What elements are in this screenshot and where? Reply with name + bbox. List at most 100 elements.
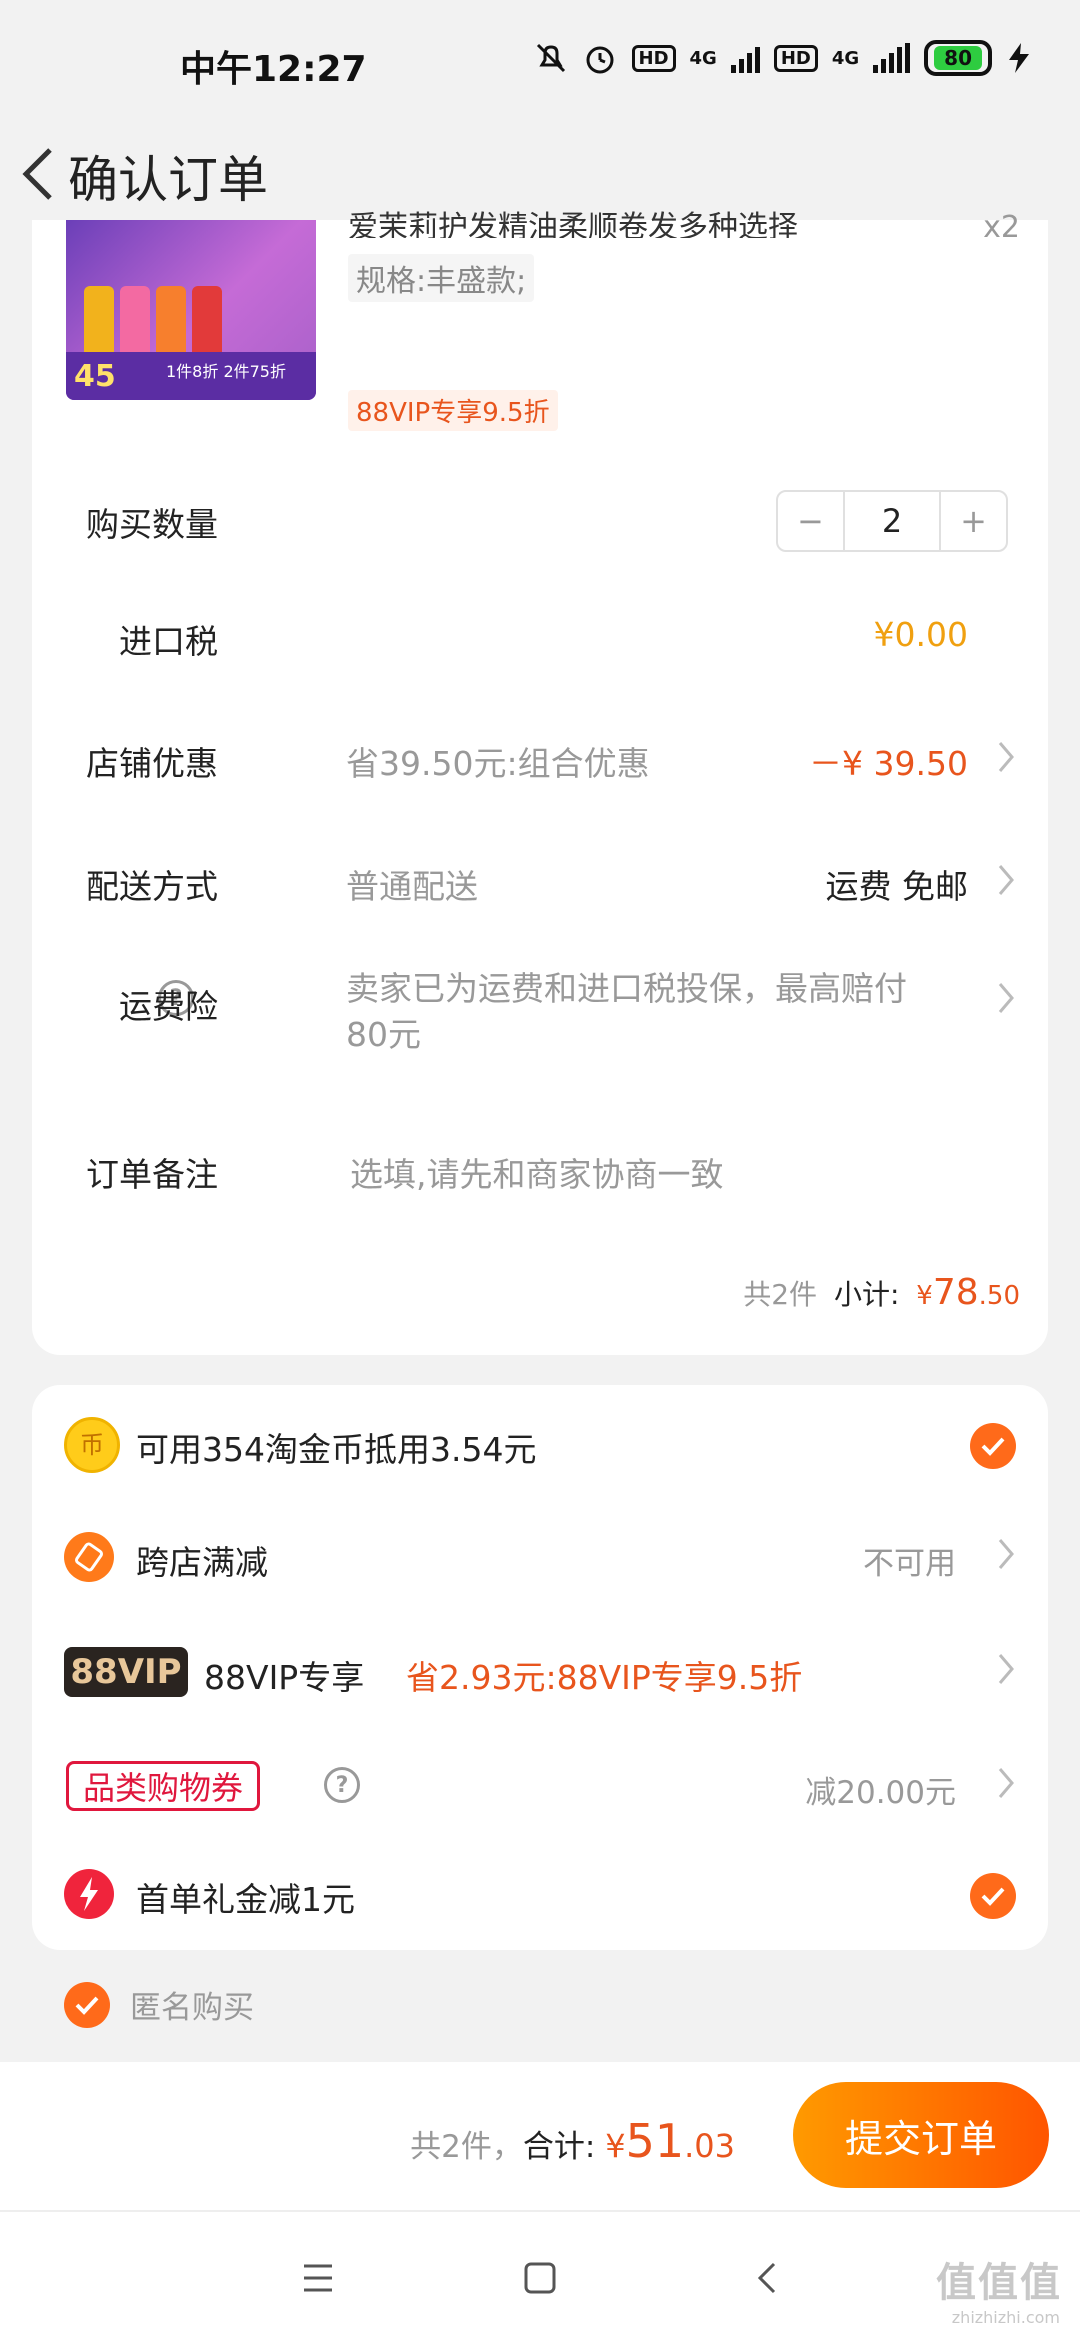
quantity-value[interactable]: 2 (842, 492, 942, 550)
tax-row: 进口税 ¥0.00 (32, 615, 1048, 685)
shipping-insurance-desc-2: 80元 (346, 1015, 421, 1054)
order-note-row: 订单备注 选填,请先和商家协商一致 (32, 1148, 1048, 1218)
subtotal-symbol: ¥ (916, 1281, 933, 1311)
total-int: 51 (625, 2114, 685, 2168)
store-discount-row[interactable]: 店铺优惠 省39.50元:组合优惠 －¥ 39.50 (32, 737, 1048, 807)
subtotal-int: 78 (932, 1272, 979, 1313)
product-name[interactable]: 爱茉莉护发精油柔顺卷发多种选择 (348, 202, 988, 238)
anonymous-checkbox[interactable] (64, 1982, 110, 2028)
hd-icon-2: HD (773, 44, 818, 72)
checkout-bar: 共2件，合计: ¥51.03 提交订单 (0, 2062, 1080, 2210)
order-note-label: 订单备注 (86, 1155, 218, 1194)
ticket-icon (64, 1532, 114, 1582)
total-dec: .03 (684, 2127, 735, 2165)
shipping-insurance-desc-1: 卖家已为运费和进口税投保，最高赔付 (346, 969, 907, 1008)
status-time: 中午12:27 (180, 49, 367, 90)
delivery-label: 配送方式 (86, 867, 218, 906)
shipping-insurance-row[interactable]: ? 运费险 卖家已为运费和进口税投保，最高赔付 80元 (32, 969, 1048, 1080)
back-icon[interactable] (738, 2248, 798, 2308)
store-discount-label: 店铺优惠 (86, 744, 218, 783)
home-icon[interactable] (510, 2248, 570, 2308)
delivery-desc: 普通配送 (346, 867, 478, 906)
bottle-shape (192, 286, 222, 356)
cross-store-text: 跨店满减 (136, 1543, 268, 1582)
watermark-logo: 值值值 (936, 2260, 1062, 2306)
alarm-icon (586, 46, 613, 74)
chevron-right-icon (998, 1768, 1014, 1798)
subtotal-label: 小计: (833, 1278, 900, 1311)
chevron-right-icon (998, 983, 1014, 1013)
hd-icon: HD (631, 44, 676, 72)
anonymous-label: 匿名购买 (130, 1990, 254, 2026)
menu-icon[interactable] (288, 2248, 348, 2308)
first-order-row[interactable]: 首单礼金减1元 (32, 1867, 1048, 1937)
system-nav-bar (0, 2210, 1080, 2340)
total-count: 共2件， (410, 2129, 523, 2165)
quantity-stepper: − 2 + (776, 490, 1008, 552)
vip-badge: 88VIP (64, 1647, 188, 1697)
bottle-shape (84, 286, 114, 356)
quantity-label: 购买数量 (86, 505, 218, 544)
coins-checkbox[interactable] (970, 1423, 1016, 1469)
product-image[interactable]: 45 1件8折 2件75折 (66, 220, 316, 400)
decrement-button[interactable]: − (778, 492, 843, 550)
order-note-input[interactable]: 选填,请先和商家协商一致 (350, 1148, 724, 1196)
first-order-checkbox[interactable] (970, 1873, 1016, 1919)
signal-icon (730, 43, 760, 73)
coins-row[interactable]: 币 可用354淘金币抵用3.54元 (32, 1415, 1048, 1485)
submit-order-button[interactable]: 提交订单 (793, 2082, 1049, 2188)
first-order-text: 首单礼金减1元 (136, 1880, 355, 1919)
image-promo-strip: 45 1件8折 2件75折 (66, 352, 316, 400)
network-label: 4G (689, 47, 717, 69)
battery-icon: 80 (924, 40, 992, 76)
delivery-row[interactable]: 配送方式 普通配送 运费 免邮 (32, 860, 1048, 930)
tax-value: ¥0.00 (873, 615, 968, 654)
category-coupon-value: 减20.00元 (805, 1775, 956, 1811)
help-icon[interactable]: ? (324, 1767, 360, 1803)
page-title: 确认订单 (68, 151, 268, 209)
total-symbol: ¥ (605, 2127, 626, 2165)
signal-icon-2 (873, 43, 911, 73)
category-coupon-tag: 品类购物券 (66, 1761, 261, 1811)
image-promo-price: 45 (74, 359, 116, 394)
chevron-right-icon (998, 742, 1014, 772)
increment-button[interactable]: + (941, 492, 1006, 550)
coin-icon: 币 (64, 1417, 120, 1473)
tax-label: 进口税 (119, 622, 218, 661)
quantity-row: 购买数量 − 2 + (32, 490, 1048, 568)
vip-desc: 省2.93元:88VIP专享9.5折 (406, 1658, 803, 1697)
coins-text: 可用354淘金币抵用3.54元 (136, 1430, 537, 1469)
bottle-shape (156, 286, 186, 356)
battery-level: 80 (934, 46, 982, 70)
lightning-icon (64, 1869, 114, 1919)
store-discount-value: －¥ 39.50 (809, 744, 968, 783)
chevron-right-icon (998, 1654, 1014, 1684)
vip-discount-tag: 88VIP专享9.5折 (348, 390, 558, 431)
network-label-2: 4G (831, 47, 860, 69)
back-arrow-icon[interactable] (14, 142, 64, 206)
chevron-right-icon (998, 1539, 1014, 1569)
cross-store-status: 不可用 (863, 1546, 956, 1582)
status-bar: 中午12:27 HD 4G HD 4G 80 (0, 0, 1080, 120)
subtotal: 共2件 小计: ¥78.50 (743, 1272, 1020, 1313)
chevron-right-icon (998, 865, 1014, 895)
product-quantity: x2 (983, 210, 1020, 245)
product-spec: 规格:丰盛款; (348, 254, 535, 302)
benefits-card: 币 可用354淘金币抵用3.54元 跨店满减 不可用 88VIP 88VIP专享… (32, 1385, 1048, 1950)
total-label: 合计: (522, 2129, 596, 2165)
order-card: 45 1件8折 2件75折 爱茉莉护发精油柔顺卷发多种选择 x2 规格:丰盛款;… (32, 210, 1048, 1355)
vip-row[interactable]: 88VIP 88VIP专享 省2.93元:88VIP专享9.5折 (32, 1643, 1048, 1713)
cross-store-row[interactable]: 跨店满减 不可用 (32, 1528, 1048, 1598)
watermark-site: zhizhizhi.com (951, 2308, 1060, 2327)
svg-text:币: 币 (80, 1431, 104, 1459)
store-discount-desc: 省39.50元:组合优惠 (346, 744, 650, 783)
subtotal-dec: .50 (978, 1281, 1020, 1311)
charging-icon (1009, 43, 1029, 73)
vip-text: 88VIP专享 (204, 1658, 365, 1697)
status-icons: HD 4G HD 4G 80 (534, 40, 1033, 76)
mute-icon (536, 43, 565, 73)
shipping-insurance-label: 运费险 (119, 987, 218, 1026)
category-coupon-row[interactable]: 品类购物券 ? 减20.00元 (32, 1757, 1048, 1827)
image-promo-badge: 1件8折 2件75折 (166, 362, 286, 381)
subtotal-count: 共2件 (743, 1278, 818, 1311)
